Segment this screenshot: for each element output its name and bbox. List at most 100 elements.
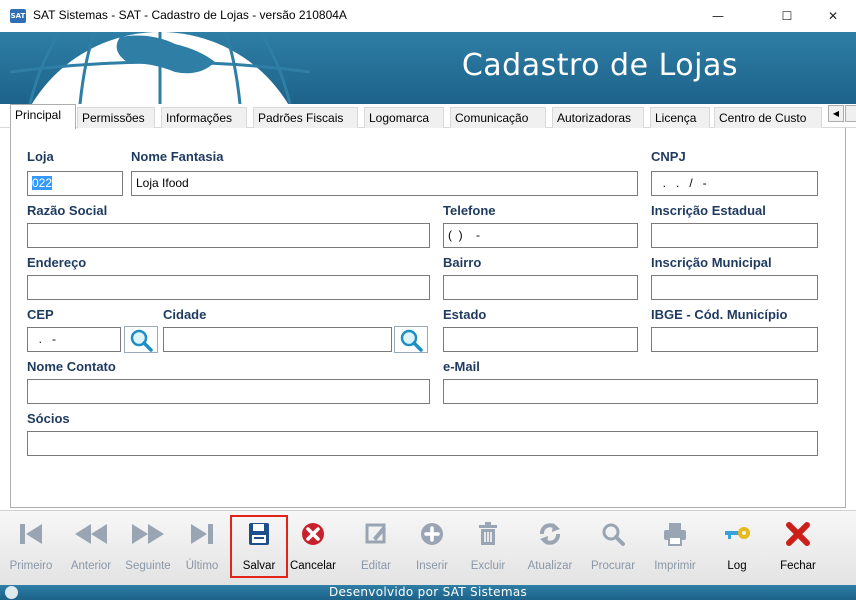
tab-strip: Principal Permissões Informações Padrões… [0, 104, 856, 129]
arrow-left-icon: ◀ [832, 109, 840, 118]
log-button[interactable]: Log [718, 516, 756, 580]
cnpj-label: CNPJ [651, 149, 686, 164]
status-bar: Desenvolvido por SAT Sistemas [0, 585, 856, 600]
bairro-label: Bairro [443, 255, 482, 270]
previous-record-icon [64, 516, 118, 552]
primeiro-label: Primeiro [9, 560, 53, 572]
maximize-button[interactable]: ☐ [764, 0, 810, 32]
estado-label: Estado [443, 307, 487, 322]
anterior-label: Anterior [70, 560, 112, 572]
app-icon: SAT [10, 9, 26, 23]
close-icon: ✕ [827, 9, 839, 23]
anterior-button[interactable]: Anterior [64, 516, 118, 580]
cancelar-button[interactable]: Cancelar [288, 516, 338, 580]
cidade-field[interactable] [163, 327, 392, 352]
nome-contato-field[interactable] [27, 379, 430, 404]
title-bar: SAT SAT Sistemas - SAT - Cadastro de Loj… [0, 0, 856, 32]
endereco-label: Endereço [27, 255, 87, 270]
trash-icon [466, 516, 510, 552]
email-label: e-Mail [443, 359, 480, 374]
ibge-field[interactable] [651, 327, 818, 352]
bairro-field[interactable] [443, 275, 638, 300]
refresh-icon [522, 516, 578, 552]
cnpj-field[interactable]: . . / - [651, 171, 818, 196]
cep-field[interactable]: . - [27, 327, 121, 352]
primeiro-button[interactable]: Primeiro [6, 516, 56, 580]
imprimir-button[interactable]: Imprimir [648, 516, 702, 580]
procurar-button[interactable]: Procurar [586, 516, 640, 580]
nome-contato-label: Nome Contato [27, 359, 116, 374]
ibge-label: IBGE - Cód. Município [651, 307, 788, 322]
tab-scroll-left-button[interactable]: ◀ [828, 105, 844, 122]
procurar-label: Procurar [590, 560, 636, 572]
inscricao-municipal-label: Inscrição Municipal [651, 255, 772, 270]
razao-social-field[interactable] [27, 223, 430, 248]
search-icon [586, 516, 640, 552]
globe-logo-icon [9, 32, 311, 104]
loja-label: Loja [27, 149, 54, 164]
search-icon [130, 329, 153, 352]
razao-social-label: Razão Social [27, 203, 108, 218]
insert-icon [410, 516, 454, 552]
editar-button[interactable]: Editar [356, 516, 396, 580]
cidade-search-button[interactable] [394, 326, 428, 353]
window-title: SAT Sistemas - SAT - Cadastro de Lojas -… [33, 8, 347, 22]
ultimo-button[interactable]: Último [180, 516, 224, 580]
inserir-label: Inserir [416, 560, 448, 572]
atualizar-button[interactable]: Atualizar [522, 516, 578, 580]
header-banner: Cadastro de Lojas [0, 32, 856, 104]
tab-padroes-fiscais[interactable]: Padrões Fiscais [253, 107, 358, 128]
cep-label: CEP [27, 307, 54, 322]
log-label: Log [727, 560, 747, 572]
maximize-icon: ☐ [781, 9, 793, 23]
loja-field[interactable]: 022 [27, 171, 123, 196]
inscricao-estadual-field[interactable] [651, 223, 818, 248]
next-record-icon [120, 516, 176, 552]
excluir-label: Excluir [470, 560, 506, 572]
cep-search-button[interactable] [124, 326, 158, 353]
first-record-icon [6, 516, 56, 552]
excluir-button[interactable]: Excluir [466, 516, 510, 580]
banner-title: Cadastro de Lojas [461, 48, 738, 83]
key-icon [718, 516, 756, 552]
nome-fantasia-label: Nome Fantasia [131, 149, 224, 164]
fechar-label: Fechar [780, 560, 816, 572]
status-text: Desenvolvido por SAT Sistemas [328, 585, 528, 599]
close-window-button[interactable]: ✕ [810, 0, 856, 32]
estado-field[interactable] [443, 327, 638, 352]
minimize-button[interactable]: — [695, 0, 741, 32]
tab-autorizadoras[interactable]: Autorizadoras [552, 107, 644, 128]
socios-label: Sócios [27, 411, 70, 426]
socios-field[interactable] [27, 431, 818, 456]
nome-fantasia-field[interactable]: Loja Ifood [131, 171, 638, 196]
editar-label: Editar [360, 560, 392, 572]
cidade-label: Cidade [163, 307, 207, 322]
minimize-icon: — [712, 9, 724, 23]
endereco-field[interactable] [27, 275, 430, 300]
inscricao-estadual-label: Inscrição Estadual [651, 203, 766, 218]
atualizar-label: Atualizar [527, 560, 573, 572]
tab-licenca[interactable]: Licença [650, 107, 710, 128]
telefone-field[interactable]: ( ) - [443, 223, 638, 248]
cancel-icon [288, 516, 338, 552]
tab-principal[interactable]: Principal [10, 104, 76, 129]
tab-informacoes[interactable]: Informações [161, 107, 247, 128]
printer-icon [648, 516, 702, 552]
tab-comunicacao[interactable]: Comunicação [450, 107, 546, 128]
last-record-icon [180, 516, 224, 552]
tab-permissoes[interactable]: Permissões [77, 107, 155, 128]
tab-scroll-right-button[interactable] [845, 105, 856, 122]
tab-centro-de-custo[interactable]: Centro de Custo [714, 107, 822, 128]
email-field[interactable] [443, 379, 818, 404]
edit-icon [356, 516, 396, 552]
ultimo-label: Último [185, 560, 219, 572]
loja-value: 022 [32, 176, 53, 190]
imprimir-label: Imprimir [654, 560, 696, 572]
fechar-button[interactable]: Fechar [772, 516, 824, 580]
inserir-button[interactable]: Inserir [410, 516, 454, 580]
cancelar-label: Cancelar [289, 560, 337, 572]
telefone-label: Telefone [443, 203, 496, 218]
tab-logomarca[interactable]: Logomarca [364, 107, 444, 128]
inscricao-municipal-field[interactable] [651, 275, 818, 300]
seguinte-button[interactable]: Seguinte [120, 516, 176, 580]
